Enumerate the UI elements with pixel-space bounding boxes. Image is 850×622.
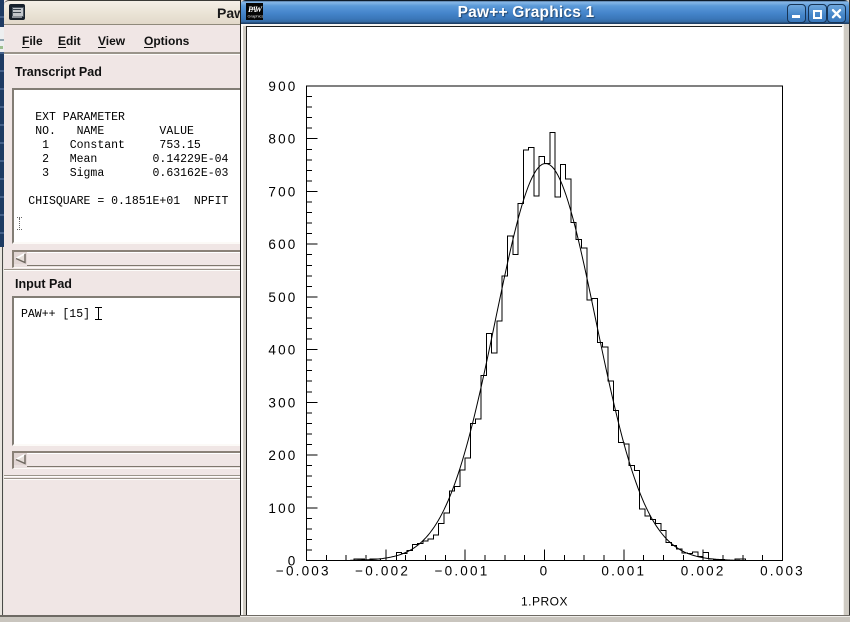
svg-text:200: 200 [268,448,297,463]
svg-text:0.001: 0.001 [601,564,646,579]
svg-text:0.002: 0.002 [681,564,726,579]
svg-text:−0.001: −0.001 [435,564,490,579]
svg-text:400: 400 [268,343,297,358]
svg-text:500: 500 [268,290,297,305]
svg-text:300: 300 [268,395,297,410]
svg-text:900: 900 [268,79,297,94]
svg-text:700: 700 [268,184,297,199]
svg-text:100: 100 [268,501,297,516]
svg-text:−0.003: −0.003 [276,564,331,579]
svg-text:−0.002: −0.002 [355,564,410,579]
svg-text:0.003: 0.003 [760,564,805,579]
svg-text:800: 800 [268,132,297,147]
svg-text:0: 0 [540,564,550,579]
svg-text:1.PROX: 1.PROX [521,595,568,609]
svg-text:600: 600 [268,237,297,252]
